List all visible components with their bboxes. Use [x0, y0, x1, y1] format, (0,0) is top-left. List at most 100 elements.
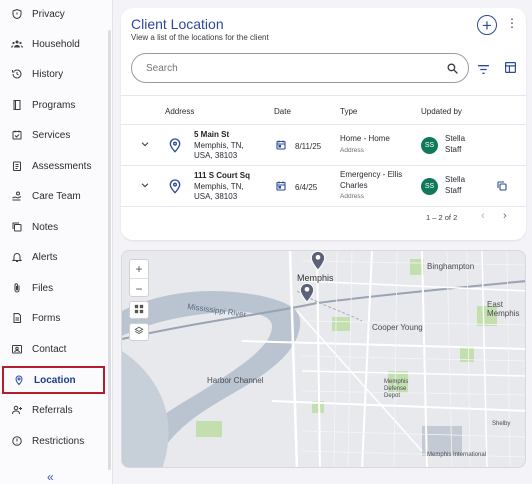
- type-sub: Address: [340, 146, 364, 154]
- sidebar-item-label: Alerts: [32, 251, 58, 263]
- search-field[interactable]: [131, 53, 469, 83]
- chevron-right-icon: ›: [503, 210, 507, 222]
- date-cell: 8/11/25: [275, 139, 321, 153]
- sidebar-item-alerts[interactable]: Alerts: [2, 243, 105, 271]
- avatar: SS: [421, 137, 438, 154]
- map-marker-icon[interactable]: [310, 251, 326, 276]
- sidebar-item-programs[interactable]: Programs: [2, 91, 105, 119]
- sidebar-scrollbar[interactable]: [108, 30, 111, 470]
- sidebar-item-forms[interactable]: Forms: [2, 304, 105, 332]
- sidebar: Privacy Household History Programs Servi…: [0, 0, 113, 484]
- chevron-left-icon: ‹: [481, 210, 485, 222]
- table-row[interactable]: 111 S Court Sq Memphis, TN, USA, 38103 6…: [121, 166, 526, 207]
- avatar: SS: [421, 178, 438, 195]
- sidebar-item-location[interactable]: Location: [2, 366, 105, 394]
- sidebar-item-privacy[interactable]: Privacy: [2, 0, 105, 28]
- next-page-button[interactable]: ›: [503, 210, 507, 222]
- location-pin-icon: [167, 177, 183, 197]
- chevron-down-icon[interactable]: [140, 180, 150, 192]
- sidebar-item-label: Location: [34, 374, 76, 386]
- date-value: 6/4/25: [295, 182, 318, 192]
- location-pin-icon: [4, 374, 34, 386]
- column-header-date[interactable]: Date: [274, 107, 291, 116]
- contact-card-icon: [2, 343, 32, 355]
- sidebar-item-label: History: [32, 68, 64, 80]
- columns-icon[interactable]: [504, 61, 517, 79]
- page-title: Client Location: [131, 16, 224, 32]
- zoom-out-button[interactable]: −: [130, 279, 148, 298]
- zip-line: USA, 38103: [194, 151, 238, 160]
- plus-icon: +: [482, 15, 492, 35]
- sidebar-item-notes[interactable]: Notes: [2, 213, 105, 241]
- map-label-harbor-channel: Harbor Channel: [207, 376, 264, 385]
- sidebar-item-label: Household: [32, 38, 80, 50]
- sidebar-item-household[interactable]: Household: [2, 30, 105, 58]
- calendar-check-icon: [2, 129, 32, 141]
- map-layers-button[interactable]: [129, 323, 149, 341]
- map-background: [122, 251, 525, 467]
- book-icon: [2, 99, 32, 111]
- sidebar-item-history[interactable]: History: [2, 60, 105, 88]
- more-vert-icon: ⋮: [506, 16, 518, 30]
- sidebar-item-care-team[interactable]: Care Team: [2, 182, 105, 210]
- updated-last: Staff: [445, 144, 462, 154]
- map-label-cooper-young: Cooper Young: [372, 323, 423, 332]
- locations-table: Address Date Type Updated by 5 Main St M…: [121, 95, 526, 207]
- sidebar-item-label: Files: [32, 282, 54, 294]
- sidebar-item-label: Assessments: [32, 160, 92, 172]
- map-label-defense-depot: Memphis Defense Depot: [384, 379, 409, 399]
- updated-by-cell: Stella Staff: [445, 175, 465, 196]
- client-location-card: Client Location View a list of the locat…: [121, 8, 526, 240]
- column-header-updated-by[interactable]: Updated by: [421, 107, 462, 116]
- map-label-memphis-international: Memphis International: [427, 452, 487, 458]
- column-header-address[interactable]: Address: [165, 107, 194, 116]
- sidebar-item-label: Contact: [32, 343, 67, 355]
- more-options-button[interactable]: ⋮: [506, 17, 518, 29]
- zoom-in-button[interactable]: +: [130, 260, 148, 279]
- date-cell: 6/4/25: [275, 180, 317, 194]
- sidebar-item-files[interactable]: Files: [2, 274, 105, 302]
- table-header: Address Date Type Updated by: [121, 95, 526, 125]
- add-location-button[interactable]: +: [477, 15, 497, 35]
- sidebar-item-contact[interactable]: Contact: [2, 335, 105, 363]
- pagination: 1 – 2 of 2 ‹ ›: [121, 205, 526, 227]
- column-header-type[interactable]: Type: [340, 107, 357, 116]
- sidebar-item-label: Programs: [32, 99, 76, 111]
- sidebar-item-label: Referrals: [32, 404, 73, 416]
- grid-icon: [134, 301, 144, 319]
- type-value-cont: Charles: [340, 180, 368, 190]
- date-value: 8/11/25: [295, 141, 322, 151]
- form-icon: [2, 312, 32, 324]
- type-cell: Emergency - Ellis Charles Address: [340, 170, 402, 203]
- sidebar-item-referrals[interactable]: Referrals: [2, 396, 105, 424]
- map-grid-button[interactable]: [129, 301, 149, 319]
- location-pin-icon: [167, 136, 183, 156]
- type-value: Emergency - Ellis: [340, 170, 403, 179]
- copy-icon[interactable]: [496, 180, 508, 194]
- sidebar-item-label: Services: [32, 129, 71, 141]
- city-line: Memphis, TN,: [194, 181, 244, 191]
- previous-page-button[interactable]: ‹: [481, 210, 485, 222]
- sidebar-item-label: Care Team: [32, 190, 81, 202]
- filter-icon[interactable]: [477, 62, 490, 80]
- sidebar-item-assessments[interactable]: Assessments: [2, 152, 105, 180]
- search-icon[interactable]: [446, 62, 459, 78]
- sidebar-item-label: Privacy: [32, 8, 65, 20]
- collapse-sidebar-button[interactable]: «: [47, 470, 54, 484]
- people-icon: [2, 38, 32, 50]
- map-marker-icon[interactable]: [299, 281, 315, 308]
- table-row[interactable]: 5 Main St Memphis, TN, USA, 38103 8/11/2…: [121, 125, 526, 166]
- care-team-icon: [2, 190, 32, 202]
- street: 111 S Court Sq: [194, 171, 251, 180]
- clipboard-icon: [2, 160, 32, 172]
- chevron-down-icon[interactable]: [140, 139, 150, 151]
- sidebar-item-services[interactable]: Services: [2, 121, 105, 149]
- type-value: Home - Home: [340, 134, 390, 143]
- zip-line: USA, 38103: [194, 192, 238, 201]
- updated-first: Stella: [445, 134, 466, 143]
- updated-first: Stella: [445, 175, 466, 184]
- sidebar-item-restrictions[interactable]: Restrictions: [2, 427, 105, 455]
- location-map[interactable]: + − Memphis Binghampton East Memphis Mis…: [121, 250, 526, 468]
- search-input[interactable]: [146, 62, 426, 74]
- person-add-icon: [2, 404, 32, 416]
